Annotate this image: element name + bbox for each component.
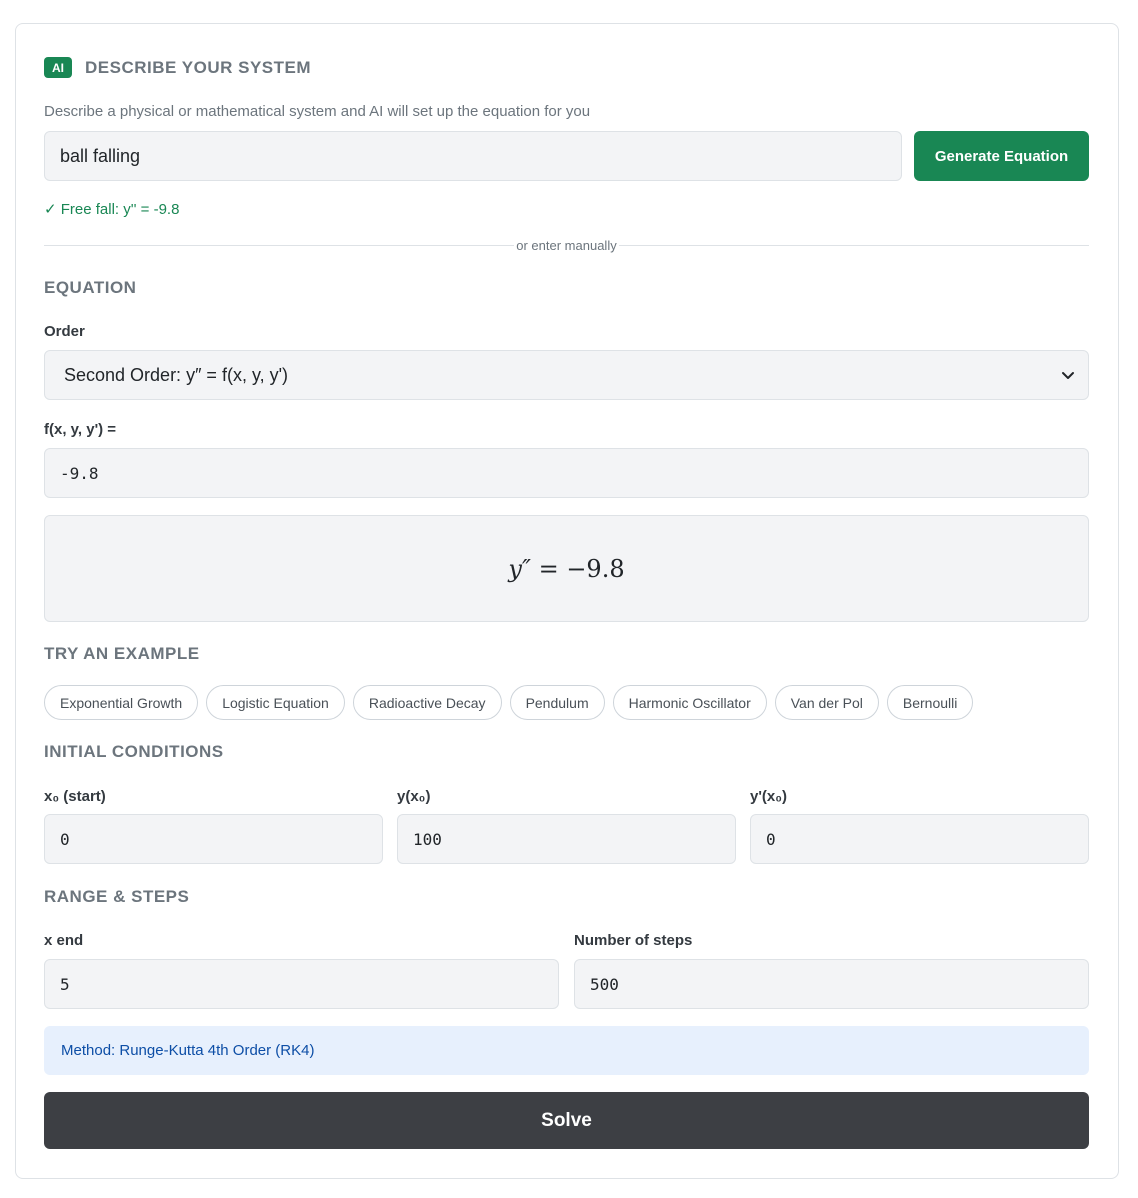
example-chip-radioactive-decay[interactable]: Radioactive Decay bbox=[352, 685, 502, 720]
method-info: Method: Runge-Kutta 4th Order (RK4) bbox=[44, 1026, 1089, 1075]
system-description-input[interactable] bbox=[44, 131, 902, 181]
x-end-label: x end bbox=[44, 932, 84, 949]
example-chips: Exponential Growth Logistic Equation Rad… bbox=[44, 685, 974, 720]
divider: or enter manually bbox=[44, 238, 1089, 253]
ai-description: Describe a physical or mathematical syst… bbox=[44, 103, 591, 120]
equation-section-title: EQUATION bbox=[44, 278, 137, 297]
initial-conditions-title: INITIAL CONDITIONS bbox=[44, 742, 224, 761]
ai-section-header: AI DESCRIBE YOUR SYSTEM bbox=[44, 57, 311, 78]
ai-badge: AI bbox=[44, 57, 72, 78]
ai-result-message: ✓ Free fall: y'' = -9.8 bbox=[44, 201, 180, 218]
f-label: f(x, y, y') = bbox=[44, 421, 117, 438]
f-expression-input[interactable] bbox=[44, 448, 1089, 498]
solver-card: AI DESCRIBE YOUR SYSTEM Describe a physi… bbox=[15, 23, 1119, 1179]
yp0-input[interactable] bbox=[750, 814, 1089, 864]
ai-section-title: DESCRIBE YOUR SYSTEM bbox=[85, 57, 312, 77]
example-chip-logistic-equation[interactable]: Logistic Equation bbox=[206, 685, 345, 720]
x-end-input[interactable] bbox=[44, 959, 559, 1009]
yp0-label: y'(x₀) bbox=[750, 788, 788, 805]
equation-preview: y″ = −9.8 bbox=[44, 515, 1089, 622]
example-chip-exponential-growth[interactable]: Exponential Growth bbox=[44, 685, 199, 720]
example-chip-van-der-pol[interactable]: Van der Pol bbox=[774, 685, 879, 720]
preview-equals: = bbox=[530, 554, 567, 583]
preview-lhs: y″ bbox=[508, 554, 531, 583]
order-select-value: Second Order: y″ = f(x, y, y') bbox=[64, 364, 289, 385]
generate-equation-button[interactable]: Generate Equation bbox=[914, 131, 1089, 181]
range-steps-title: RANGE & STEPS bbox=[44, 887, 190, 906]
example-chip-harmonic-oscillator[interactable]: Harmonic Oscillator bbox=[612, 685, 767, 720]
x0-label: x₀ (start) bbox=[44, 788, 106, 805]
solve-button[interactable]: Solve bbox=[44, 1092, 1089, 1149]
example-chip-pendulum[interactable]: Pendulum bbox=[509, 685, 605, 720]
divider-text: or enter manually bbox=[514, 238, 619, 253]
order-select[interactable]: Second Order: y″ = f(x, y, y') bbox=[44, 350, 1089, 400]
chevron-down-icon bbox=[1062, 372, 1074, 379]
y0-input[interactable] bbox=[397, 814, 736, 864]
order-label: Order bbox=[44, 323, 85, 340]
steps-input[interactable] bbox=[574, 959, 1089, 1009]
example-chip-bernoulli[interactable]: Bernoulli bbox=[886, 685, 974, 720]
preview-rhs: −9.8 bbox=[566, 554, 625, 583]
steps-label: Number of steps bbox=[574, 932, 693, 949]
x0-input[interactable] bbox=[44, 814, 383, 864]
examples-section-title: TRY AN EXAMPLE bbox=[44, 644, 200, 663]
y0-label: y(x₀) bbox=[397, 788, 431, 805]
